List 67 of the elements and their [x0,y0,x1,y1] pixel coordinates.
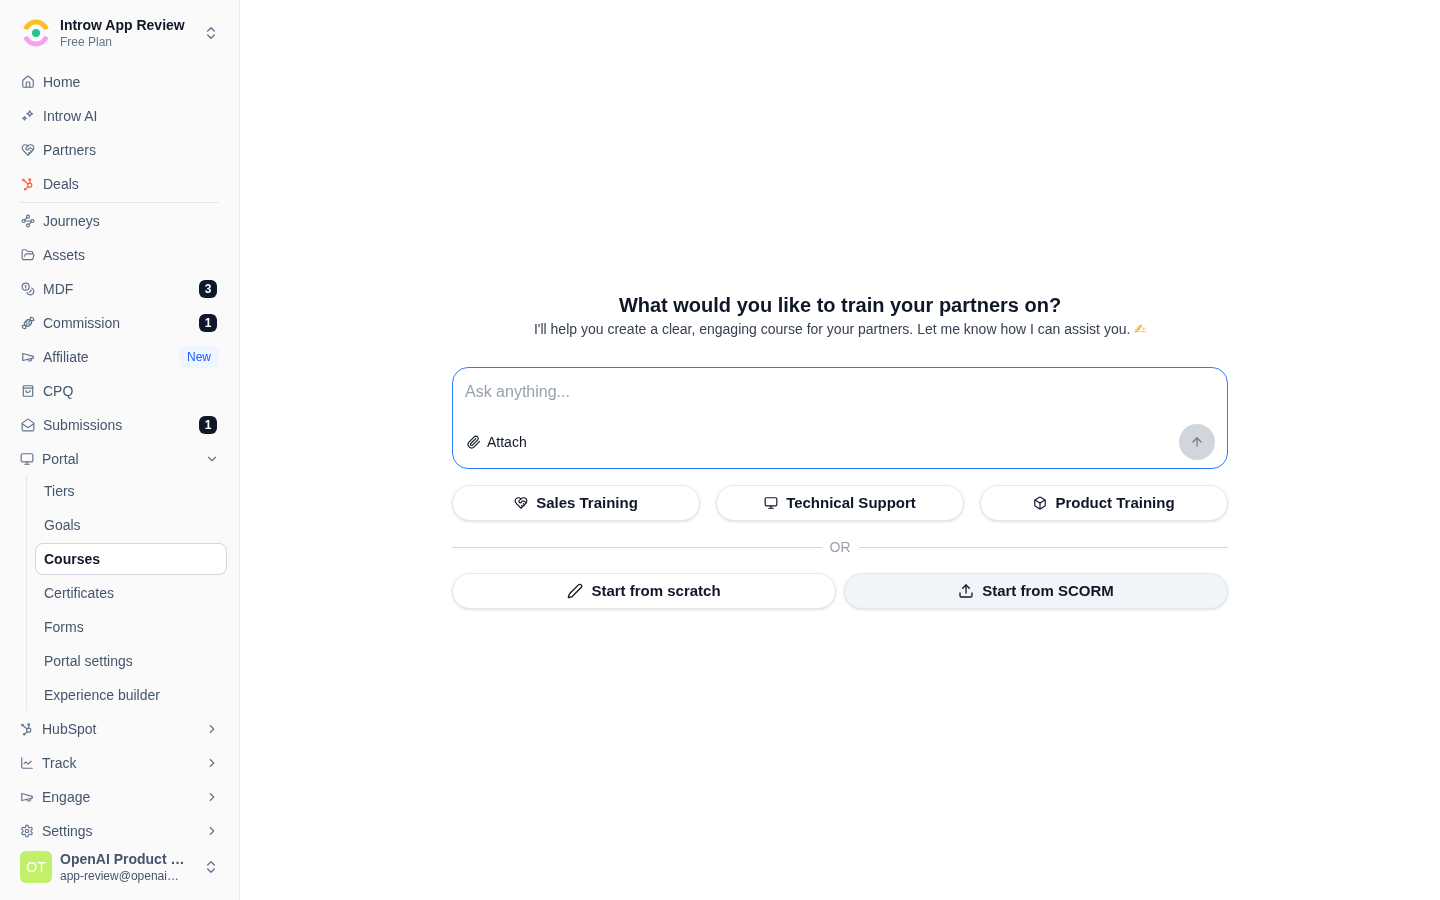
nav-subitem[interactable]: Forms [35,611,227,643]
nav-item[interactable]: Home [12,66,227,98]
heart-handshake-icon [21,143,35,157]
nav-subitem[interactable]: Goals [35,509,227,541]
envelope-icon [21,418,35,432]
suggestion-chip[interactable]: Technical Support [716,485,964,521]
folder-icon [21,248,35,262]
nav-item[interactable]: Affiliate [12,341,179,373]
count-badge: 1 [199,314,217,332]
count-badge: 3 [199,280,217,298]
pencil-icon [567,583,584,599]
upload-icon [958,583,975,599]
suggestion-chip[interactable]: Sales Training [452,485,700,521]
nav-group[interactable]: Portal [12,443,227,475]
nav-item[interactable]: Introw AI [12,100,227,132]
nav-group[interactable]: HubSpot [12,713,227,745]
subtitle-text: I'll help you create a clear, engaging course for your partners. Let me know how I can assist you. [533,320,1131,339]
count-badge: 1 [199,416,217,434]
nav-item[interactable]: Assets [12,239,227,271]
nav-group[interactable]: Track [12,747,227,779]
nav-item[interactable]: Partners [12,134,227,166]
suggestion-chip[interactable]: Product Training [980,485,1228,521]
paperclip-icon [467,435,481,449]
nav-subitem[interactable]: Experience builder [35,679,227,711]
writing-hand-icon: ✍ [1134,319,1147,339]
start-option-button[interactable]: Start from SCORM [844,573,1228,609]
nav-subitem[interactable]: Courses [35,543,227,575]
user-avatar: OT [20,851,52,883]
settings-icon [20,824,34,838]
heart-handshake-icon [514,496,529,510]
workspace-name: Introw App Review [60,16,186,34]
message-input[interactable]: Ask anything... [465,380,1215,412]
nav-group[interactable]: Settings [12,815,227,847]
nav-subitem[interactable]: Certificates [35,577,227,609]
page-heading: What would you like to train your partners on? [618,293,1062,318]
composer-field[interactable]: Ask anything... Attach [452,367,1228,469]
megaphone-icon [20,790,34,804]
plan-label: Free Plan [60,34,114,50]
nav-item[interactable]: Journeys [12,205,227,237]
nav-item[interactable]: Deals [12,168,227,200]
waypoints-icon [21,214,35,228]
line-chart-icon [20,756,34,770]
arrow-up-icon [1190,435,1204,449]
attach-button[interactable]: Attach [465,428,529,456]
nav-item[interactable]: MDF [12,273,199,305]
bag-icon [21,384,35,398]
sprocket-icon [21,177,35,191]
nav-item[interactable]: Submissions [12,409,199,441]
new-badge: New [179,346,219,368]
separator-label: OR [829,538,851,557]
home-icon [21,75,35,89]
coins-icon [21,282,35,296]
sparkles-icon [21,109,35,123]
nav-item[interactable]: Commission [12,307,199,339]
nav-subitem[interactable]: Tiers [35,475,227,507]
user-email: app-review@openai… [60,868,180,884]
monitor-icon [20,452,34,466]
nav-group[interactable]: Engage [12,781,227,813]
nav-item[interactable]: CPQ [12,375,227,407]
megaphone-icon [21,350,35,364]
sprocket-icon [20,722,34,736]
start-option-button[interactable]: Start from scratch [452,573,836,609]
monitor-icon [764,496,779,510]
candy-icon [21,316,35,330]
box-icon [1033,496,1048,510]
nav-subitem[interactable]: Portal settings [35,645,227,677]
user-name: OpenAI Product … [60,850,186,868]
